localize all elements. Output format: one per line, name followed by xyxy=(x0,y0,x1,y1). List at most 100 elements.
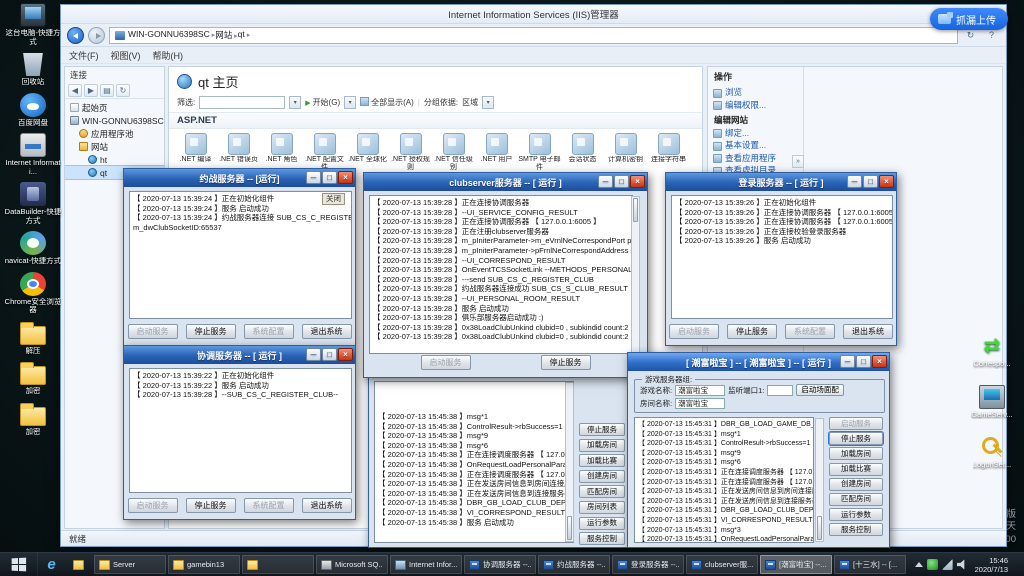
service-button[interactable]: 退出系统 xyxy=(302,498,352,513)
service-button[interactable]: 启动服务 xyxy=(128,498,178,513)
room-name-field[interactable]: 潮富啦宝 xyxy=(675,398,725,409)
taskbar-task[interactable]: Server xyxy=(94,555,166,574)
collapse-chevron-icon[interactable] xyxy=(792,155,804,168)
minimize-icon[interactable] xyxy=(598,175,613,188)
service-button[interactable]: 停止服务 xyxy=(829,432,883,445)
taskbar-task[interactable]: gamebin13 xyxy=(168,555,240,574)
service-button[interactable]: 加载房间 xyxy=(579,439,625,452)
minimize-icon[interactable] xyxy=(840,355,855,368)
close-icon[interactable] xyxy=(338,348,353,361)
tree-item[interactable]: 网站 xyxy=(65,140,164,153)
taskbar-task[interactable]: 登录服务器 --... xyxy=(612,555,684,574)
desktop-icon[interactable]: 这台电脑-快捷方式 xyxy=(4,3,62,46)
service-button[interactable]: 启动服务 xyxy=(128,324,178,339)
log-scrollbar[interactable] xyxy=(815,418,824,542)
go-dropdown-icon[interactable] xyxy=(344,96,356,109)
action-item[interactable]: 基本设置... xyxy=(708,139,803,152)
action-item[interactable]: 编辑网站 xyxy=(708,114,803,127)
feature-item[interactable]: .NET 配置文件 xyxy=(303,133,346,171)
service-button[interactable]: 启动服务 xyxy=(669,324,719,339)
breadcrumb[interactable]: WIN-GONNU6398SC网站qt xyxy=(109,27,958,44)
taskbar-task[interactable]: Internet Infor... xyxy=(390,555,462,574)
taskbar-task[interactable]: clubserver服... xyxy=(686,555,758,574)
service-button[interactable]: 匹配房间 xyxy=(829,493,883,506)
taskbar-task[interactable]: Microsoft SQ... xyxy=(316,555,388,574)
service-button[interactable]: 加载比赛 xyxy=(829,463,883,476)
log-output[interactable]: 【 2020-07-13 15:39:24 】正在初始化组件【 2020-07-… xyxy=(129,191,352,319)
tree-item[interactable]: 应用程序池 xyxy=(65,127,164,140)
desktop-icon[interactable]: GameServ... xyxy=(962,385,1022,420)
desktop-icon[interactable]: Chrome安全浏览器 xyxy=(4,272,62,315)
feature-item[interactable]: 会话状态 xyxy=(561,133,604,171)
feature-item[interactable]: .NET 编译 xyxy=(174,133,217,171)
service-button[interactable]: 停止服务 xyxy=(727,324,777,339)
action-item[interactable]: 查看应用程序 xyxy=(708,152,803,165)
title-bar[interactable]: 约战服务器 -- [运行] xyxy=(124,169,355,187)
maximize-icon[interactable] xyxy=(322,171,337,184)
feature-item[interactable]: .NET 授权规则 xyxy=(389,133,432,171)
service-button[interactable]: 创建房间 xyxy=(579,470,625,483)
taskbar-task[interactable] xyxy=(242,555,314,574)
scrollbar-thumb[interactable] xyxy=(567,516,572,540)
minimize-icon[interactable] xyxy=(306,348,321,361)
screen-upload-button[interactable]: 抓漏上传 xyxy=(930,8,1008,30)
service-button[interactable]: 停止服务 xyxy=(186,498,236,513)
service-button[interactable]: 匹配房间 xyxy=(579,485,625,498)
filter-go-button[interactable]: 开始(G) xyxy=(305,97,340,108)
tree-item[interactable]: 起始页 xyxy=(65,101,164,114)
service-button[interactable]: 停止服务 xyxy=(541,355,591,370)
quicklaunch-ie-button[interactable] xyxy=(38,553,65,576)
scrollbar-thumb[interactable] xyxy=(817,516,822,540)
group-by-dropdown-icon[interactable] xyxy=(482,96,494,109)
taskbar-task[interactable]: 协调服务器 --... xyxy=(464,555,536,574)
save-connections-icon[interactable] xyxy=(100,84,114,97)
scene-config-button[interactable]: 启动场面配 xyxy=(796,384,844,396)
quicklaunch-explorer-button[interactable] xyxy=(65,553,92,576)
service-button[interactable]: 系统配置 xyxy=(244,498,294,513)
close-icon[interactable] xyxy=(338,171,353,184)
service-button[interactable]: 停止服务 xyxy=(579,423,625,436)
log-scrollbar[interactable] xyxy=(631,196,640,353)
service-button[interactable]: 运行参数 xyxy=(579,517,625,530)
service-button[interactable]: 启动服务 xyxy=(421,355,471,370)
desktop-icon[interactable]: 回收站 xyxy=(4,52,62,87)
close-icon[interactable] xyxy=(879,175,894,188)
minimize-icon[interactable] xyxy=(306,171,321,184)
title-bar[interactable]: clubserver服务器 -- [ 运行 ] xyxy=(364,173,647,191)
forward-icon[interactable] xyxy=(84,84,98,97)
minimize-icon[interactable] xyxy=(847,175,862,188)
tray-volume-icon[interactable] xyxy=(957,559,968,570)
service-button[interactable]: 停止服务 xyxy=(186,324,236,339)
tree-item[interactable]: ht xyxy=(65,153,164,166)
service-button[interactable]: 创建房间 xyxy=(829,478,883,491)
maximize-icon[interactable] xyxy=(614,175,629,188)
group-by-value[interactable]: 区域 xyxy=(462,97,478,108)
menu-item[interactable]: 文件(F) xyxy=(69,49,99,62)
breadcrumb-item[interactable]: 网站 xyxy=(215,29,237,41)
desktop-icon[interactable]: Correspo... xyxy=(962,334,1022,369)
close-icon[interactable] xyxy=(630,175,645,188)
start-button[interactable] xyxy=(0,553,38,576)
log-output[interactable]: 【 2020-07-13 15:45:31 】DBR_GB_LOAD_GAME_… xyxy=(634,417,814,543)
back-icon[interactable] xyxy=(68,84,82,97)
taskbar-task[interactable]: 约战服务器 --... xyxy=(538,555,610,574)
log-output[interactable]: 【 2020-07-13 15:39:28 】正在连接协调服务器【 2020-0… xyxy=(369,195,633,354)
back-icon[interactable] xyxy=(67,27,84,44)
menu-item[interactable]: 视图(V) xyxy=(111,49,141,62)
action-item[interactable]: 浏览 xyxy=(708,86,803,99)
feature-item[interactable]: .NET 错误页 xyxy=(217,133,260,171)
desktop-icon[interactable]: LogonSer... xyxy=(962,435,1022,470)
log-output[interactable]: 【 2020-07-13 15:39:22 】正在初始化组件【 2020-07-… xyxy=(129,368,352,493)
service-button[interactable]: 系统配置 xyxy=(785,324,835,339)
breadcrumb-item[interactable]: qt xyxy=(238,29,251,41)
service-button[interactable]: 服务控制 xyxy=(829,523,883,536)
taskbar-task[interactable]: [潮富啦宝] --... xyxy=(760,555,832,574)
desktop-icon[interactable]: 加密 xyxy=(4,402,62,437)
desktop-icon[interactable]: 解压 xyxy=(4,321,62,356)
log-output[interactable]: 【 2020-07-13 15:39:26 】正在初始化组件【 2020-07-… xyxy=(671,195,893,319)
filter-input[interactable] xyxy=(199,96,285,109)
feature-item[interactable]: 计算机密钥 xyxy=(604,133,647,171)
tree-item[interactable]: WIN-GONNU6398SC (WIN xyxy=(65,114,164,127)
menu-item[interactable]: 帮助(H) xyxy=(153,49,184,62)
show-all-button[interactable]: 全部显示(A) xyxy=(360,97,414,108)
